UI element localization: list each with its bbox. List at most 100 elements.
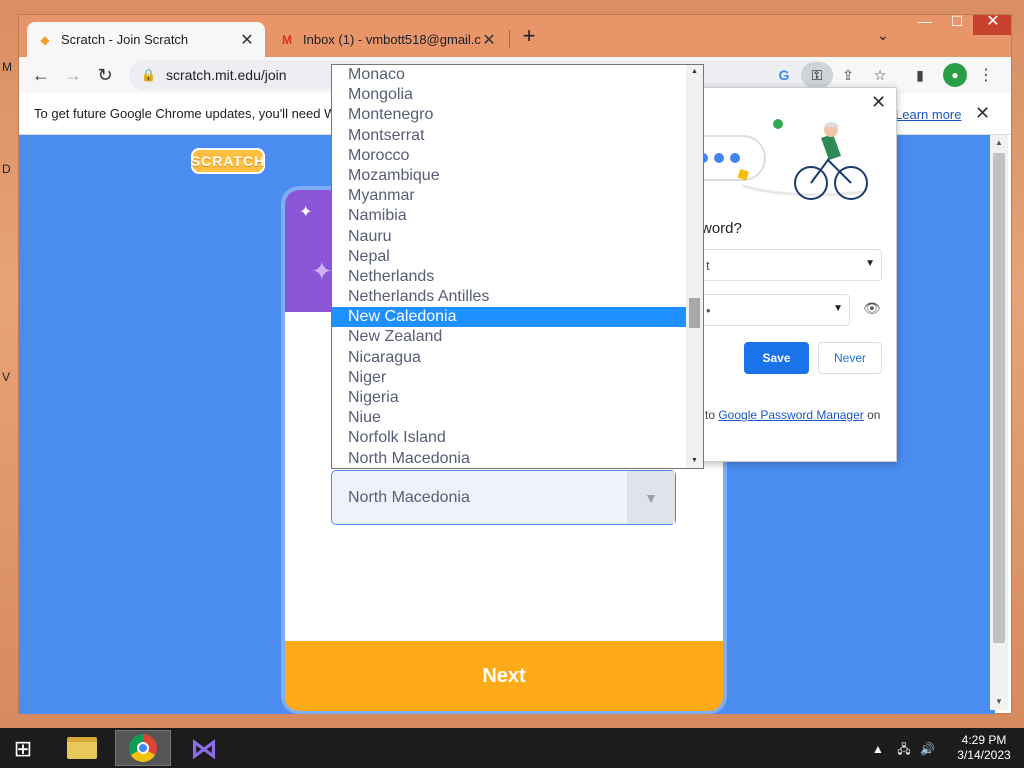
gmail-favicon-icon: M — [282, 32, 292, 47]
page-scrollbar[interactable]: ▲ ▼ — [990, 135, 1008, 710]
password-manager-link[interactable]: Google Password Manager — [718, 408, 863, 422]
country-select[interactable]: North Macedonia ▼ — [331, 470, 676, 525]
password-manager-footer: to Google Password Manager on — [705, 408, 880, 422]
scroll-up-arrow-icon[interactable]: ▲ — [990, 135, 1008, 151]
tab-gmail[interactable]: M Inbox (1) - vmbott518@gmail.com ✕ — [269, 22, 507, 57]
country-option[interactable]: Netherlands — [332, 267, 703, 287]
country-option[interactable]: Niue — [332, 408, 703, 428]
learn-more-link[interactable]: Learn more — [895, 107, 961, 122]
password-key-icon[interactable]: ⚿ — [801, 62, 833, 88]
show-password-eye-icon[interactable]: 👁 — [863, 300, 881, 317]
country-option[interactable]: Nigeria — [332, 388, 703, 408]
tab-scratch[interactable]: ◆ Scratch - Join Scratch ✕ — [27, 22, 265, 57]
url-text: scratch.mit.edu/join — [165, 67, 287, 83]
close-window-button[interactable]: ✕ — [973, 15, 1011, 35]
chevron-down-icon: ▼ — [865, 258, 875, 269]
visual-studio-taskbar-button[interactable]: ⋈ — [176, 730, 232, 766]
country-dropdown-list[interactable]: Monaco Mongolia Montenegro Montserrat Morocc… — [331, 64, 704, 469]
never-button[interactable]: Never — [818, 342, 882, 374]
country-option[interactable]: Norfolk Island — [332, 428, 703, 448]
country-option[interactable]: Myanmar — [332, 186, 703, 206]
tab-strip: ◆ Scratch - Join Scratch ✕ M Inbox (1) -… — [19, 15, 1011, 57]
country-option[interactable]: Monaco — [332, 65, 703, 85]
username-dropdown[interactable]: t ▼ — [699, 249, 882, 281]
username-value: t — [706, 258, 710, 273]
country-option[interactable]: Namibia — [332, 206, 703, 226]
back-button[interactable]: ← — [27, 61, 55, 89]
clock-date: 3/14/2023 — [957, 748, 1011, 762]
side-panel-icon[interactable]: ▮ — [907, 63, 933, 87]
dropdown-scrollbar[interactable]: ▲ ▼ — [686, 65, 703, 468]
scrollbar-thumb[interactable] — [993, 153, 1005, 643]
scroll-down-arrow-icon[interactable]: ▼ — [990, 694, 1008, 710]
country-option[interactable]: Montenegro — [332, 105, 703, 125]
tab-separator — [509, 30, 510, 48]
desktop-icon-label: D — [2, 162, 11, 176]
clock-time: 4:29 PM — [961, 733, 1007, 747]
close-infobar-icon[interactable]: ✕ — [975, 103, 990, 124]
chevron-down-icon[interactable]: ▼ — [627, 471, 675, 524]
scroll-down-arrow-icon[interactable]: ▼ — [686, 454, 703, 468]
password-value: • — [706, 303, 711, 318]
desktop-icon-label: V — [2, 370, 11, 384]
clock[interactable]: 4:29 PM 3/14/2023 — [950, 733, 1018, 763]
share-icon[interactable]: ⇪ — [835, 63, 861, 87]
chrome-menu-icon[interactable]: ⋮ — [973, 63, 999, 87]
desktop-icon-label: M — [2, 60, 12, 74]
reload-button[interactable]: ↻ — [91, 61, 119, 89]
save-button[interactable]: Save — [744, 342, 809, 374]
sparkle-icon: ✦ — [311, 256, 333, 286]
country-option[interactable]: Morocco — [332, 146, 703, 166]
lock-icon: 🔒 — [141, 68, 156, 82]
next-button[interactable]: Next — [285, 641, 723, 711]
country-option[interactable]: Mozambique — [332, 166, 703, 186]
new-tab-button[interactable]: + — [517, 25, 541, 49]
chevron-down-icon: ▼ — [833, 303, 843, 314]
google-lens-icon[interactable]: G — [771, 63, 797, 87]
infobar-text: To get future Google Chrome updates, you… — [34, 106, 337, 121]
country-option[interactable]: Niger — [332, 368, 703, 388]
country-option[interactable]: Nicaragua — [332, 348, 703, 368]
footer-text: on — [863, 408, 881, 422]
volume-icon[interactable]: 🔊 — [920, 742, 935, 756]
scroll-up-arrow-icon[interactable]: ▲ — [686, 65, 703, 79]
country-option[interactable]: Montserrat — [332, 126, 703, 146]
country-option[interactable]: New Caledonia — [332, 307, 686, 328]
tab-title: Inbox (1) - vmbott518@gmail.com — [303, 32, 481, 47]
footer-text: to — [705, 408, 719, 422]
show-hidden-icons-icon[interactable]: ▲ — [872, 742, 884, 756]
bookmark-star-icon[interactable]: ☆ — [867, 63, 893, 87]
country-options: Monaco Mongolia Montenegro Montserrat Morocc… — [332, 65, 703, 468]
country-option[interactable]: Nauru — [332, 227, 703, 247]
close-tab-icon[interactable]: ✕ — [239, 30, 255, 50]
close-tab-icon[interactable]: ✕ — [481, 30, 497, 50]
forward-button[interactable]: → — [59, 61, 87, 89]
country-option[interactable]: Netherlands Antilles — [332, 287, 703, 307]
password-dropdown[interactable]: • ▼ — [699, 294, 850, 326]
country-option[interactable]: Mongolia — [332, 85, 703, 105]
profile-avatar[interactable]: ● — [943, 63, 967, 87]
network-icon[interactable]: 🖧 — [897, 742, 910, 756]
country-option[interactable]: New Zealand — [332, 327, 703, 347]
windows-start-icon[interactable]: ⊞ — [8, 736, 38, 762]
chrome-taskbar-button[interactable] — [115, 730, 171, 766]
file-explorer-taskbar-button[interactable] — [54, 730, 110, 766]
country-option[interactable]: Nepal — [332, 247, 703, 267]
system-tray: ▲ 🖧 🔊 — [872, 740, 935, 761]
visual-studio-icon: ⋈ — [190, 732, 218, 764]
save-password-question: word? — [701, 220, 742, 237]
taskbar: ⊞ ⋈ ▲ 🖧 🔊 4:29 PM 3/14/2023 — [0, 728, 1024, 768]
tab-search-button[interactable]: ⌄ — [877, 27, 889, 44]
tab-title: Scratch - Join Scratch — [61, 32, 189, 47]
save-password-popup: ✕ word? t ▼ • ▼ 👁 Save Never to Google P… — [682, 87, 897, 462]
password-illustration — [683, 119, 868, 200]
folder-icon — [67, 737, 97, 759]
country-option[interactable]: North Macedonia — [332, 449, 703, 468]
country-select-value: North Macedonia — [348, 488, 470, 506]
scrollbar-thumb[interactable] — [689, 298, 700, 328]
minimize-button[interactable]: — — [909, 15, 941, 35]
maximize-button[interactable]: ☐ — [941, 15, 973, 35]
scratch-favicon-icon: ◆ — [40, 32, 50, 47]
sparkle-icon: ✦ — [299, 204, 313, 221]
scratch-logo[interactable]: SCRATCH — [191, 148, 265, 174]
